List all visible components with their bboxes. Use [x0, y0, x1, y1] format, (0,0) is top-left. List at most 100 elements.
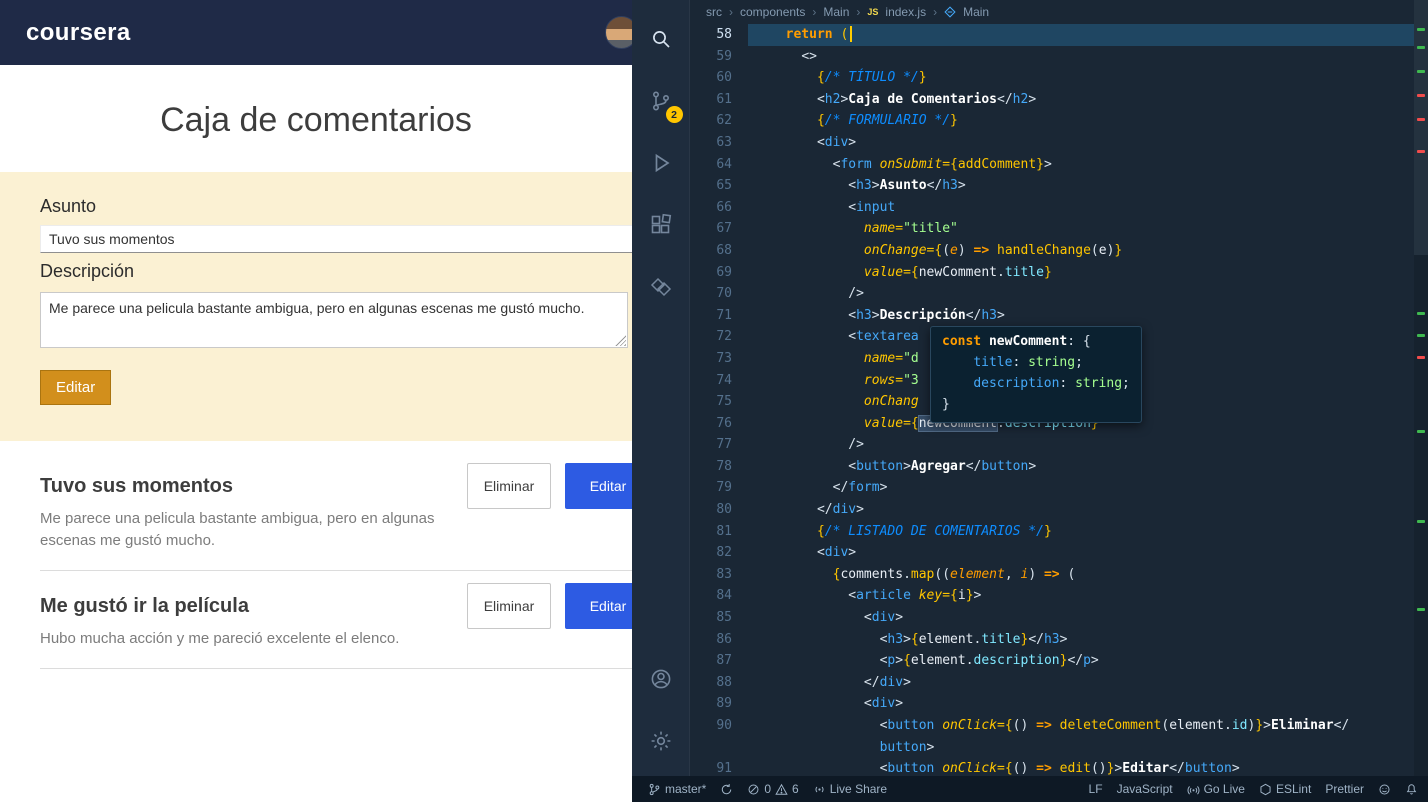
settings-gear-icon[interactable]	[632, 710, 690, 772]
code-line[interactable]: 91 <button onClick={() => edit()}>Editar…	[690, 758, 1414, 776]
overview-ruler-mark	[1417, 608, 1425, 611]
code-line[interactable]: 60 {/* TÍTULO */}	[690, 67, 1414, 89]
code-line[interactable]: button>	[690, 737, 1414, 759]
feedback-smiley-icon	[1379, 783, 1390, 795]
breadcrumb-indexjs[interactable]: index.js	[885, 5, 926, 19]
source-control-icon[interactable]: 2	[632, 70, 690, 132]
chevron-right-icon: ›	[729, 5, 733, 19]
comment-form: Asunto Descripción Me parece una pelicul…	[0, 172, 632, 441]
git-branch-icon	[649, 783, 660, 795]
error-icon	[748, 784, 759, 794]
status-left: master* 0 6 Live Share	[648, 782, 887, 796]
status-feedback[interactable]	[1378, 783, 1391, 796]
status-branch[interactable]: master*	[648, 782, 706, 796]
go-live-label: Go Live	[1203, 782, 1245, 796]
chevron-right-icon: ›	[856, 5, 861, 19]
breadcrumb-main-folder[interactable]: Main	[823, 5, 849, 19]
code-line[interactable]: 89 <div>	[690, 693, 1414, 715]
symbol-icon	[944, 6, 956, 18]
code-line[interactable]: 64 <form onSubmit={addComment}>	[690, 154, 1414, 176]
code-line[interactable]: 67 name="title"	[690, 218, 1414, 240]
breadcrumb-components[interactable]: components	[740, 5, 805, 19]
coursera-logo[interactable]: coursera	[26, 19, 131, 47]
warning-count: 6	[792, 782, 799, 796]
run-debug-icon[interactable]	[632, 132, 690, 194]
subject-input[interactable]	[40, 225, 632, 253]
code-line[interactable]: 81 {/* LISTADO DE COMENTARIOS */}	[690, 521, 1414, 543]
code-line[interactable]: 70 />	[690, 283, 1414, 305]
code-line[interactable]: 78 <button>Agregar</button>	[690, 456, 1414, 478]
code-line[interactable]: 83 {comments.map((element, i) => (	[690, 564, 1414, 586]
comment-edit-button[interactable]: Editar	[565, 463, 632, 509]
status-prettier[interactable]: Prettier	[1325, 782, 1364, 796]
status-live-share[interactable]: Live Share	[813, 782, 887, 796]
breadcrumb-main-symbol[interactable]: Main	[963, 5, 989, 19]
code-line[interactable]: 58 return (	[690, 24, 1414, 46]
site-header: coursera	[0, 0, 632, 65]
overview-ruler-mark	[1417, 94, 1425, 97]
status-eslint[interactable]: ESLint	[1259, 782, 1311, 796]
scrollbar[interactable]	[1414, 0, 1428, 776]
vscode-pane: 2 src › components › Main › JS index.js …	[632, 0, 1428, 802]
comment-description: Me parece una pelicula bastante ambigua,…	[40, 510, 435, 549]
gem-extension-icon[interactable]	[632, 256, 690, 318]
live-share-label: Live Share	[829, 782, 888, 796]
status-eol[interactable]: LF	[1089, 782, 1103, 796]
description-textarea[interactable]: Me parece una pelicula bastante ambigua,…	[40, 292, 628, 348]
comment-edit-button[interactable]: Editar	[565, 583, 632, 629]
code-line[interactable]: 79 </form>	[690, 477, 1414, 499]
account-icon[interactable]	[632, 648, 690, 710]
extensions-icon[interactable]	[632, 194, 690, 256]
code-line[interactable]: 88 </div>	[690, 672, 1414, 694]
code-line[interactable]: 84 <article key={i}>	[690, 585, 1414, 607]
warning-icon	[775, 783, 788, 795]
comments-list: Tuvo sus momentos Me parece una pelicula…	[0, 441, 632, 669]
overview-ruler-mark	[1417, 334, 1425, 337]
code-line[interactable]: 90 <button onClick={() => deleteComment(…	[690, 715, 1414, 737]
comment-row: Me gustó ir la película Hubo mucha acció…	[40, 571, 632, 669]
code-line[interactable]: 65 <h3>Asunto</h3>	[690, 175, 1414, 197]
code-line[interactable]: 85 <div>	[690, 607, 1414, 629]
code-line[interactable]: 80 </div>	[690, 499, 1414, 521]
activity-bar: 2	[632, 0, 690, 802]
comment-delete-button[interactable]: Eliminar	[467, 583, 551, 629]
status-language[interactable]: JavaScript	[1117, 782, 1173, 796]
code-line[interactable]: 59 <>	[690, 46, 1414, 68]
search-icon[interactable]	[632, 8, 690, 70]
code-line[interactable]: 87 <p>{element.description}</p>	[690, 650, 1414, 672]
code-line[interactable]: 68 onChange={(e) => handleChange(e)}	[690, 240, 1414, 262]
form-submit-button[interactable]: Editar	[40, 370, 112, 405]
code-line[interactable]: 71 <h3>Descripción</h3>	[690, 305, 1414, 327]
description-label: Descripción	[40, 261, 135, 281]
code-line[interactable]: 82 <div>	[690, 542, 1414, 564]
live-share-icon	[815, 786, 824, 792]
branch-name: master*	[665, 782, 707, 796]
page-title: Caja de comentarios	[160, 101, 472, 139]
user-avatar[interactable]	[605, 16, 632, 49]
overview-ruler-mark	[1417, 356, 1425, 359]
code-line[interactable]: 69 value={newComment.title}	[690, 262, 1414, 284]
bell-icon	[1406, 783, 1417, 794]
status-notifications[interactable]	[1405, 783, 1418, 796]
comment-row: Tuvo sus momentos Me parece una pelicula…	[40, 451, 632, 571]
scrollbar-thumb[interactable]	[1414, 0, 1428, 255]
description-textarea-wrap: Me parece una pelicula bastante ambigua,…	[40, 292, 628, 348]
comment-actions: Eliminar Editar	[467, 583, 632, 629]
code-line[interactable]: 66 <input	[690, 197, 1414, 219]
code-line[interactable]: 77 />	[690, 434, 1414, 456]
breadcrumb-src[interactable]: src	[706, 5, 722, 19]
code-line[interactable]: 86 <h3>{element.title}</h3>	[690, 629, 1414, 651]
browser-pane: coursera Caja de comentarios Asunto Desc…	[0, 0, 632, 802]
comment-delete-button[interactable]: Eliminar	[467, 463, 551, 509]
error-count: 0	[764, 782, 772, 796]
code-line[interactable]: 62 {/* FORMULARIO */}	[690, 110, 1414, 132]
status-sync[interactable]	[720, 783, 733, 796]
sync-icon	[722, 783, 732, 794]
code-line[interactable]: 61 <h2>Caja de Comentarios</h2>	[690, 89, 1414, 111]
text-cursor	[850, 26, 853, 42]
status-problems[interactable]: 0 6	[747, 782, 799, 796]
eslint-label: ESLint	[1275, 782, 1312, 796]
status-go-live[interactable]: Go Live	[1187, 782, 1245, 796]
code-line[interactable]: 63 <div>	[690, 132, 1414, 154]
scm-badge: 2	[665, 106, 683, 123]
